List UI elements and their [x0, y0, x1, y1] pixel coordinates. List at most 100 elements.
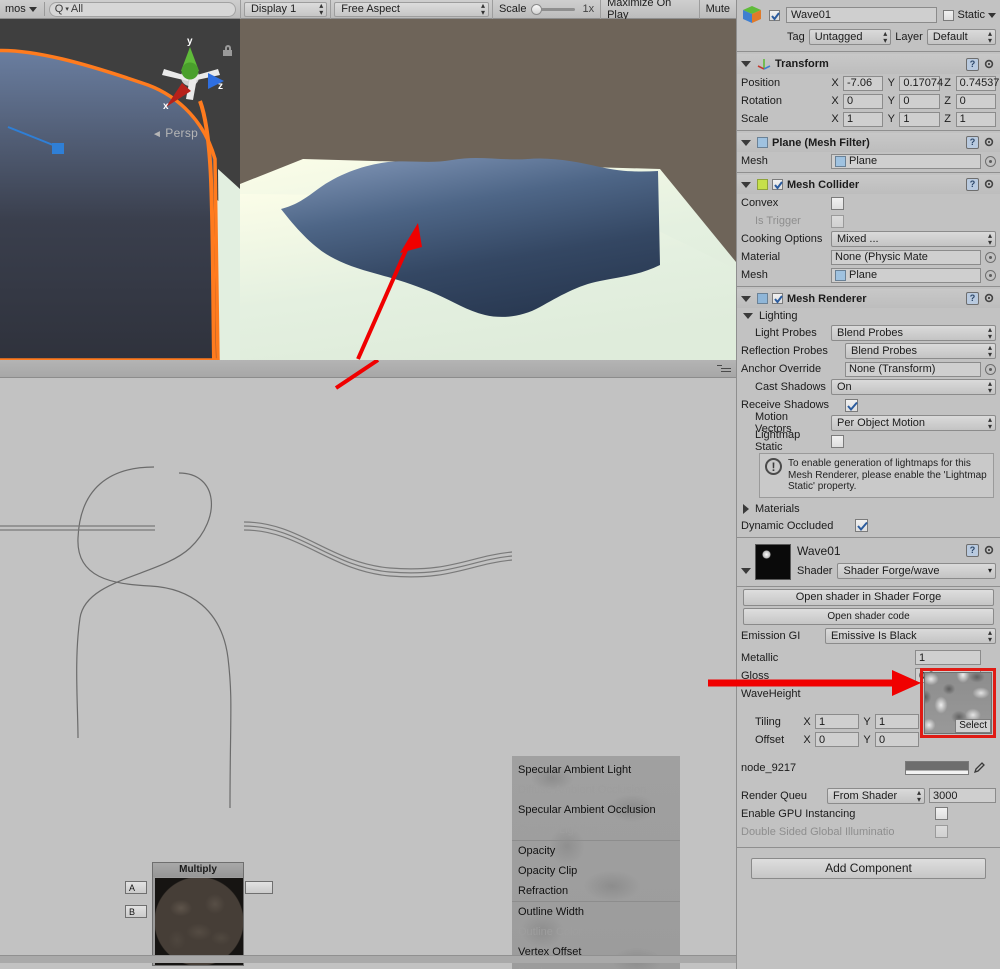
scene-search-input[interactable]: Q ▾ All: [48, 1, 236, 17]
gizmos-dropdown[interactable]: mos: [2, 2, 40, 16]
display-dropdown[interactable]: Display 1 ▴ ▾: [243, 1, 328, 17]
output-slot-diffuse-ambient-occlusion[interactable]: Diffuse Ambient Occlusion: [512, 780, 680, 800]
help-icon[interactable]: ?: [966, 178, 979, 191]
tag-dropdown[interactable]: Untagged ▴ ▾: [808, 29, 892, 45]
output-slot-specular-ambient-occlusion[interactable]: Specular Ambient Occlusion: [512, 800, 680, 820]
shader-output-node[interactable]: Specular Ambient Light Diffuse Ambient Oc…: [512, 756, 680, 969]
rotation-x-field[interactable]: 0: [843, 93, 884, 109]
tiling-x-field[interactable]: 1: [815, 714, 859, 729]
layer-dropdown[interactable]: Default ▴ ▾: [926, 29, 996, 45]
add-component-button[interactable]: Add Component: [751, 857, 986, 879]
maximize-on-play-toggle[interactable]: Maximize On Play: [601, 0, 699, 21]
tiling-y-field[interactable]: 1: [875, 714, 919, 729]
chevron-down-icon[interactable]: [988, 12, 996, 18]
output-slot-specular-ambient-light[interactable]: Specular Ambient Light: [512, 760, 680, 780]
dynamic-occluded-checkbox[interactable]: [855, 519, 868, 532]
anchor-override-field[interactable]: None (Transform): [845, 361, 981, 377]
gear-icon[interactable]: [983, 544, 996, 557]
materials-foldout-row[interactable]: Materials: [737, 501, 1000, 517]
scale-control[interactable]: Scale 1x: [493, 0, 600, 19]
projection-mode-label[interactable]: ◄ Persp: [152, 126, 198, 140]
mesh-renderer-enabled-checkbox[interactable]: [772, 293, 783, 304]
convex-checkbox[interactable]: [831, 196, 844, 210]
panel-menu-icon[interactable]: [717, 365, 731, 374]
mesh-filter-mesh-field[interactable]: Plane: [831, 153, 981, 169]
gear-icon[interactable]: [983, 178, 996, 191]
aspect-dropdown[interactable]: Free Aspect ▴ ▾: [334, 1, 489, 17]
open-in-shader-forge-button[interactable]: Open shader in Shader Forge: [743, 588, 994, 606]
light-probes-dropdown[interactable]: Blend Probes ▴ ▾: [831, 325, 996, 341]
static-checkbox[interactable]: [943, 9, 955, 21]
output-slot-vertex-offset[interactable]: Vertex Offset: [512, 942, 680, 962]
foldout-icon[interactable]: [743, 313, 753, 319]
node-color-swatch[interactable]: [905, 760, 969, 775]
static-toggle-group[interactable]: Static: [943, 9, 996, 21]
help-icon[interactable]: ?: [966, 57, 979, 71]
mute-audio-toggle[interactable]: Mute: [700, 0, 736, 19]
emission-gi-dropdown[interactable]: Emissive Is Black ▴ ▾: [825, 627, 996, 644]
gear-icon[interactable]: [983, 136, 996, 149]
gpu-instancing-checkbox[interactable]: [935, 807, 948, 820]
reflection-probes-dropdown[interactable]: Blend Probes ▴ ▾: [845, 343, 996, 359]
eyedropper-icon[interactable]: [973, 761, 986, 774]
foldout-icon[interactable]: [741, 567, 751, 574]
scene-viewport[interactable]: y z x ◄ Persp: [0, 19, 240, 360]
foldout-icon[interactable]: [741, 181, 751, 188]
multiply-input-a[interactable]: A: [125, 881, 147, 894]
help-icon[interactable]: ?: [966, 544, 979, 557]
foldout-icon[interactable]: [743, 503, 749, 514]
render-queue-dropdown[interactable]: From Shader ▴ ▾: [827, 787, 925, 804]
multiply-input-b[interactable]: B: [125, 905, 147, 918]
metallic-field[interactable]: 1: [915, 650, 981, 665]
mesh-collider-enabled-checkbox[interactable]: [772, 179, 783, 190]
rotation-z-field[interactable]: 0: [955, 93, 996, 109]
collider-mesh-field[interactable]: Plane: [831, 267, 981, 283]
receive-shadows-checkbox[interactable]: [845, 398, 858, 412]
position-z-field[interactable]: 0.74537: [955, 75, 999, 91]
foldout-icon[interactable]: [741, 61, 751, 67]
scale-x-field[interactable]: 1: [843, 111, 884, 127]
object-picker-icon[interactable]: [985, 155, 996, 167]
shader-dropdown[interactable]: Shader Forge/wave ▾: [837, 562, 996, 579]
gear-icon[interactable]: [983, 292, 996, 305]
node-graph-canvas[interactable]: Specular Ambient Light Diffuse Ambient Oc…: [0, 378, 736, 969]
object-picker-icon[interactable]: [985, 251, 996, 263]
gameobject-name-field[interactable]: Wave01: [786, 7, 938, 23]
scale-slider[interactable]: [530, 3, 575, 15]
game-viewport[interactable]: [240, 19, 736, 360]
motion-vectors-dropdown[interactable]: Per Object Motion ▴ ▾: [831, 415, 996, 431]
rotation-y-field[interactable]: 0: [899, 93, 940, 109]
open-shader-code-button[interactable]: Open shader code: [743, 607, 994, 625]
collider-material-field[interactable]: None (Physic Mate: [831, 249, 981, 265]
position-y-field[interactable]: 0.17074: [899, 75, 943, 91]
output-slot-outline-color[interactable]: Outline Color: [512, 922, 680, 942]
mesh-collider-component-header[interactable]: Mesh Collider ?: [737, 175, 1000, 194]
offset-y-field[interactable]: 0: [875, 732, 919, 747]
render-queue-field[interactable]: 3000: [929, 788, 996, 803]
foldout-icon[interactable]: [741, 295, 751, 302]
scale-slider-knob[interactable]: [530, 3, 542, 15]
output-slot-displacement[interactable]: Displacement: [512, 962, 680, 969]
output-slot-opacity-clip[interactable]: Opacity Clip: [512, 861, 680, 881]
position-x-field[interactable]: -7.06: [843, 75, 884, 91]
multiply-output[interactable]: [245, 881, 273, 894]
object-picker-icon[interactable]: [985, 363, 996, 375]
cooking-options-dropdown[interactable]: Mixed ... ▴ ▾: [831, 231, 996, 247]
gameobject-enabled-checkbox[interactable]: [769, 9, 780, 21]
cast-shadows-dropdown[interactable]: On ▴ ▾: [831, 379, 996, 395]
lightmap-static-checkbox[interactable]: [831, 434, 844, 448]
object-picker-icon[interactable]: [985, 269, 996, 281]
offset-x-field[interactable]: 0: [815, 732, 859, 747]
output-slot-custom-lighting[interactable]: Custom Lighting: [512, 820, 680, 840]
multiply-node[interactable]: Multiply A B: [125, 862, 273, 966]
help-icon[interactable]: ?: [966, 136, 979, 149]
output-slot-refraction[interactable]: Refraction: [512, 881, 680, 901]
output-slot-outline-width[interactable]: Outline Width: [512, 902, 680, 922]
foldout-icon[interactable]: [741, 139, 751, 146]
scene-orientation-gizmo[interactable]: [150, 33, 228, 113]
mesh-filter-component-header[interactable]: Plane (Mesh Filter) ?: [737, 133, 1000, 152]
lighting-foldout-row[interactable]: Lighting: [737, 308, 1000, 324]
mesh-renderer-component-header[interactable]: Mesh Renderer ?: [737, 289, 1000, 308]
help-icon[interactable]: ?: [966, 292, 979, 305]
scale-y-field[interactable]: 1: [899, 111, 940, 127]
